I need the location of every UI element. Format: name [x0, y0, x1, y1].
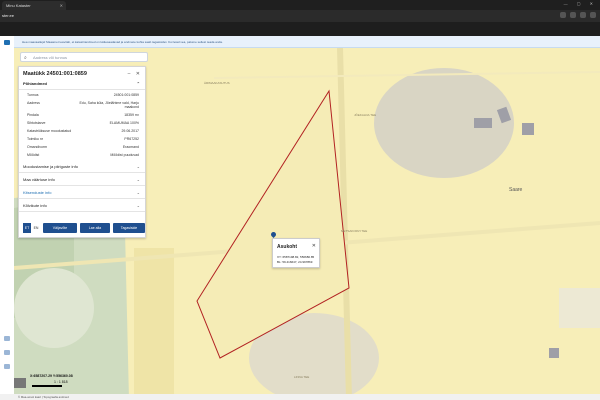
- scale-ratio: 1 : 1 818: [54, 380, 68, 384]
- close-icon[interactable]: ✕: [312, 243, 316, 249]
- section-landuse[interactable]: Kõlvikute info ⌄: [19, 200, 145, 212]
- maa-amet-logo: [14, 378, 26, 388]
- browser-spacer: [0, 22, 600, 36]
- chevron-down-icon: ⌄: [136, 190, 140, 195]
- window-controls[interactable]: — ▢ ✕: [564, 1, 597, 6]
- map-label-bottom: LINNA TEE: [294, 375, 309, 379]
- popup-xy: XY: 6587198.82, 556680.85: [277, 255, 315, 259]
- menu-icon[interactable]: [4, 40, 10, 45]
- print-icon[interactable]: [4, 364, 10, 369]
- map-label-mid: METSAKORVI TEE: [341, 229, 367, 233]
- layers-icon[interactable]: [4, 336, 10, 341]
- download-button[interactable]: Lae alla: [80, 223, 110, 233]
- section-formation[interactable]: Moodustamise ja piiriguste info ⌄: [19, 161, 145, 173]
- search-icon: ⌕: [24, 55, 27, 61]
- extensions-icon[interactable]: [560, 12, 566, 18]
- chevron-down-icon: ⌄: [136, 164, 140, 169]
- scale-bar: [32, 385, 62, 387]
- extract-button[interactable]: Väljavõte: [43, 223, 77, 233]
- profile-icon[interactable]: [580, 12, 586, 18]
- footer: © Maa-ameti kaart | Topograafia andmed: [0, 394, 600, 400]
- panel-actions: ET EN Väljavõte Lae alla Tagasiside: [23, 223, 145, 233]
- parcel-info-panel: Maatükk 24501:001:0859 – ✕ Põhiandmed ⌃ …: [18, 66, 146, 238]
- browser-tab[interactable]: Minu Kataster ✕: [2, 1, 66, 10]
- browser-tabbar: Minu Kataster ✕ — ▢ ✕: [0, 0, 600, 10]
- panel-controls[interactable]: – ✕: [128, 71, 142, 77]
- bookmark-icon[interactable]: [570, 12, 576, 18]
- info-banner: Hea maavaatleja! Maaamet teavitab, et ka…: [14, 36, 600, 48]
- section-main[interactable]: Põhiandmed ⌃: [19, 78, 145, 90]
- browser-toolbar: ster.ee: [0, 10, 600, 22]
- popup-bl: BL: 59.416647, 24.997869: [277, 260, 313, 264]
- search-placeholder: Aadress või tunnus: [33, 55, 68, 60]
- section-value[interactable]: Maa väärtuse info ⌄: [19, 174, 145, 186]
- search-input[interactable]: ⌕ Aadress või tunnus: [20, 52, 148, 62]
- address-bar[interactable]: ster.ee: [2, 11, 522, 20]
- section-restrictions[interactable]: Kitsenduste info ⌄: [19, 187, 145, 199]
- chevron-down-icon: ⌄: [136, 203, 140, 208]
- popup-title: Asukoht: [277, 244, 297, 250]
- map-label-top: ÄRIMAAKASUTUS: [204, 81, 230, 85]
- scale-widget: X:6587207.29 Y:556360.08 1 : 1 818: [14, 374, 84, 394]
- measure-icon[interactable]: [4, 350, 10, 355]
- tab-title: Minu Kataster: [6, 3, 31, 8]
- map-label-right: JÕEKALDA TEE: [354, 112, 376, 117]
- cursor-coordinates: X:6587207.29 Y:556360.08: [30, 374, 73, 378]
- panel-title: Maatükk 24501:001:0859: [23, 71, 87, 77]
- location-popup: Asukoht ✕ XY: 6587198.82, 556680.85 BL: …: [272, 238, 320, 268]
- lang-en-button[interactable]: EN: [32, 223, 40, 233]
- lang-et-button[interactable]: ET: [23, 223, 31, 233]
- section-main-label: Põhiandmed: [23, 81, 48, 86]
- chevron-down-icon: ⌄: [136, 177, 140, 182]
- chevron-up-icon: ⌃: [136, 81, 140, 86]
- place-name: Saare: [509, 187, 523, 193]
- menu-icon[interactable]: [590, 12, 596, 18]
- tab-close-icon[interactable]: ✕: [60, 1, 63, 10]
- toolbar-icons: [560, 12, 596, 18]
- feedback-button[interactable]: Tagasiside: [113, 223, 145, 233]
- left-rail: [0, 36, 15, 400]
